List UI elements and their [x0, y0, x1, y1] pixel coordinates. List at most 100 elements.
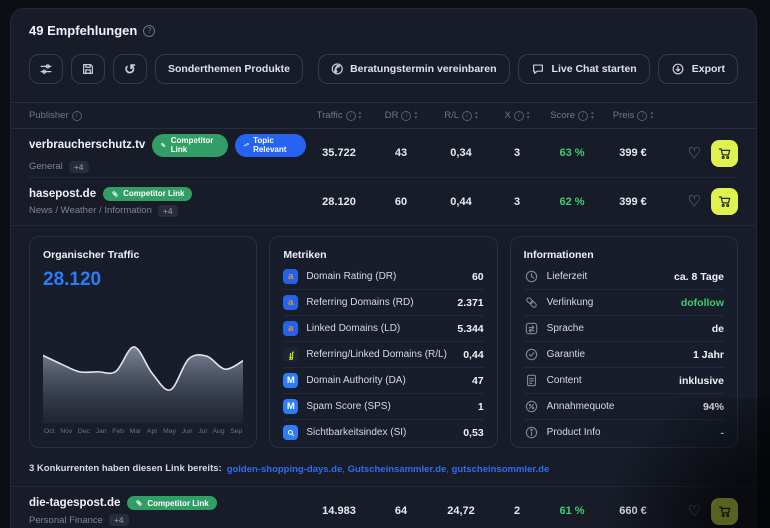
topic-relevant-badge: Topic Relevant: [235, 134, 306, 157]
expanded-detail: Organischer Traffic 28.120 OctNovDe: [11, 225, 756, 477]
publisher-category: News / Weather / Information: [29, 205, 152, 216]
score-value: 61 %: [542, 505, 602, 517]
info-label: Product Info: [547, 427, 713, 438]
info-value: 94%: [703, 401, 724, 413]
consultation-label: Beratungstermin vereinbaren: [350, 63, 496, 75]
info-icon: i: [346, 111, 356, 121]
competitor-link-badge: Competitor Link: [152, 134, 227, 157]
column-x[interactable]: X i ▴▾: [492, 110, 542, 121]
favorite-icon[interactable]: ♡: [688, 146, 701, 161]
info-value: inklusive: [679, 375, 724, 387]
help-icon[interactable]: ?: [143, 25, 155, 37]
sort-icon[interactable]: ▴▾: [414, 111, 417, 120]
column-dr[interactable]: DR i ▴▾: [372, 110, 430, 121]
competitors-line: 3 Konkurrenten haben diesen Link bereits…: [29, 459, 738, 477]
sort-icon[interactable]: ▴▾: [591, 111, 594, 120]
add-to-cart-button[interactable]: [711, 498, 738, 525]
column-rl[interactable]: R/L i ▴▾: [430, 110, 492, 121]
metric-row: a Linked Domains (LD) 5.344: [283, 315, 483, 341]
info-value: 1 Jahr: [693, 349, 724, 361]
category-more-chip[interactable]: +4: [109, 514, 129, 526]
toolbar: ↺ Sonderthemen Produkte ✆ Beratungstermi…: [29, 54, 738, 84]
competitor-link[interactable]: golden-shopping-days.de: [227, 464, 343, 475]
metric-row: M Domain Authority (DA) 47: [283, 367, 483, 393]
live-chat-button[interactable]: Live Chat starten: [518, 54, 650, 84]
filter-button[interactable]: [29, 54, 63, 84]
chain-icon: [111, 190, 119, 198]
cart-icon: [717, 146, 732, 161]
column-label: Preis: [613, 110, 635, 121]
traffic-value: 28.120: [306, 196, 372, 208]
metrics-panel: Metriken a Domain Rating (DR) 60 a Refer…: [269, 236, 497, 448]
shield-check-icon: [524, 347, 539, 362]
metric-label: Referring/Linked Domains (R/L): [306, 349, 455, 360]
info-icon: i: [72, 111, 82, 121]
publisher-name: die-tagespost.de: [29, 497, 120, 509]
organic-traffic-panel: Organischer Traffic 28.120 OctNovDe: [29, 236, 257, 448]
link-icon: [524, 295, 539, 310]
chart-months: OctNovDecJanFebMarAprMayJunJulAugSep: [43, 428, 243, 435]
clock-icon: [524, 269, 539, 284]
favorite-icon[interactable]: ♡: [688, 194, 701, 209]
table-row[interactable]: verbraucherschutz.tv Competitor Link Top…: [29, 129, 738, 177]
info-label: Annahmequote: [547, 401, 695, 412]
dr-value: 64: [372, 505, 430, 517]
trend-icon: [243, 141, 249, 149]
chain-icon: [160, 141, 166, 149]
consultation-button[interactable]: ✆ Beratungstermin vereinbaren: [318, 54, 509, 84]
info-label: Content: [547, 375, 671, 386]
info-panel: Informationen Lieferzeit ca. 8 Tage Verl…: [510, 236, 738, 448]
column-score[interactable]: Score i ▴▾: [542, 110, 602, 121]
traffic-value: 14.983: [306, 505, 372, 517]
info-label: Verlinkung: [547, 297, 673, 308]
page-header: 49 Empfehlungen ?: [29, 23, 738, 38]
metric-value: 60: [472, 271, 484, 283]
special-topics-button[interactable]: Sonderthemen Produkte: [155, 54, 303, 84]
rl-value: 0,34: [430, 147, 492, 159]
chart-month-label: Oct: [44, 428, 55, 435]
metric-value: 0,53: [463, 427, 483, 439]
category-more-chip[interactable]: +4: [69, 161, 89, 173]
score-value: 62 %: [542, 196, 602, 208]
favorite-icon[interactable]: ♡: [688, 504, 701, 519]
export-button[interactable]: Export: [658, 54, 738, 84]
language-icon: [524, 321, 539, 336]
metric-value: 1: [478, 401, 484, 413]
publisher-category: General: [29, 161, 63, 172]
info-icon: i: [401, 111, 411, 121]
moz-icon: M: [283, 399, 298, 414]
competitors-prefix: 3 Konkurrenten haben diesen Link bereits…: [29, 463, 222, 474]
add-to-cart-button[interactable]: [711, 188, 738, 215]
percent-icon: [524, 399, 539, 414]
add-to-cart-button[interactable]: [711, 140, 738, 167]
chart-month-label: Nov: [60, 428, 72, 435]
ahrefs-icon: a: [283, 295, 298, 310]
x-value: 3: [492, 147, 542, 159]
x-value: 3: [492, 196, 542, 208]
undo-button[interactable]: ↺: [113, 54, 147, 84]
competitor-link[interactable]: gutscheinsommler.de: [452, 464, 550, 475]
info-value: dofollow: [681, 297, 724, 309]
competitor-link[interactable]: Gutscheinsammler.de: [348, 464, 447, 475]
badge-label: Competitor Link: [147, 499, 208, 508]
table-row[interactable]: hasepost.de Competitor Link News / Weath…: [29, 177, 738, 225]
column-publisher[interactable]: Publisher i: [29, 110, 306, 121]
panel-title: Informationen: [524, 249, 724, 261]
info-icon: i: [462, 111, 472, 121]
metric-row: ɟʃ Referring/Linked Domains (R/L) 0,44: [283, 341, 483, 367]
metric-label: Linked Domains (LD): [306, 323, 449, 334]
sort-icon[interactable]: ▴▾: [359, 111, 362, 120]
chart-month-label: Jun: [182, 428, 193, 435]
sort-icon[interactable]: ▴▾: [527, 111, 530, 120]
category-more-chip[interactable]: +4: [158, 205, 178, 217]
traffic-value: 35.722: [306, 147, 372, 159]
column-preis[interactable]: Preis i ▴▾: [602, 110, 664, 121]
table-row[interactable]: die-tagespost.de Competitor Link Persona…: [29, 487, 738, 528]
sort-icon[interactable]: ▴▾: [650, 111, 653, 120]
info-row: Content inklusive: [524, 367, 724, 393]
info-icon: i: [514, 111, 524, 121]
sort-icon[interactable]: ▴▾: [475, 111, 478, 120]
chart-month-label: Sep: [230, 428, 242, 435]
save-button[interactable]: [71, 54, 105, 84]
column-traffic[interactable]: Traffic i ▴▾: [306, 110, 372, 121]
